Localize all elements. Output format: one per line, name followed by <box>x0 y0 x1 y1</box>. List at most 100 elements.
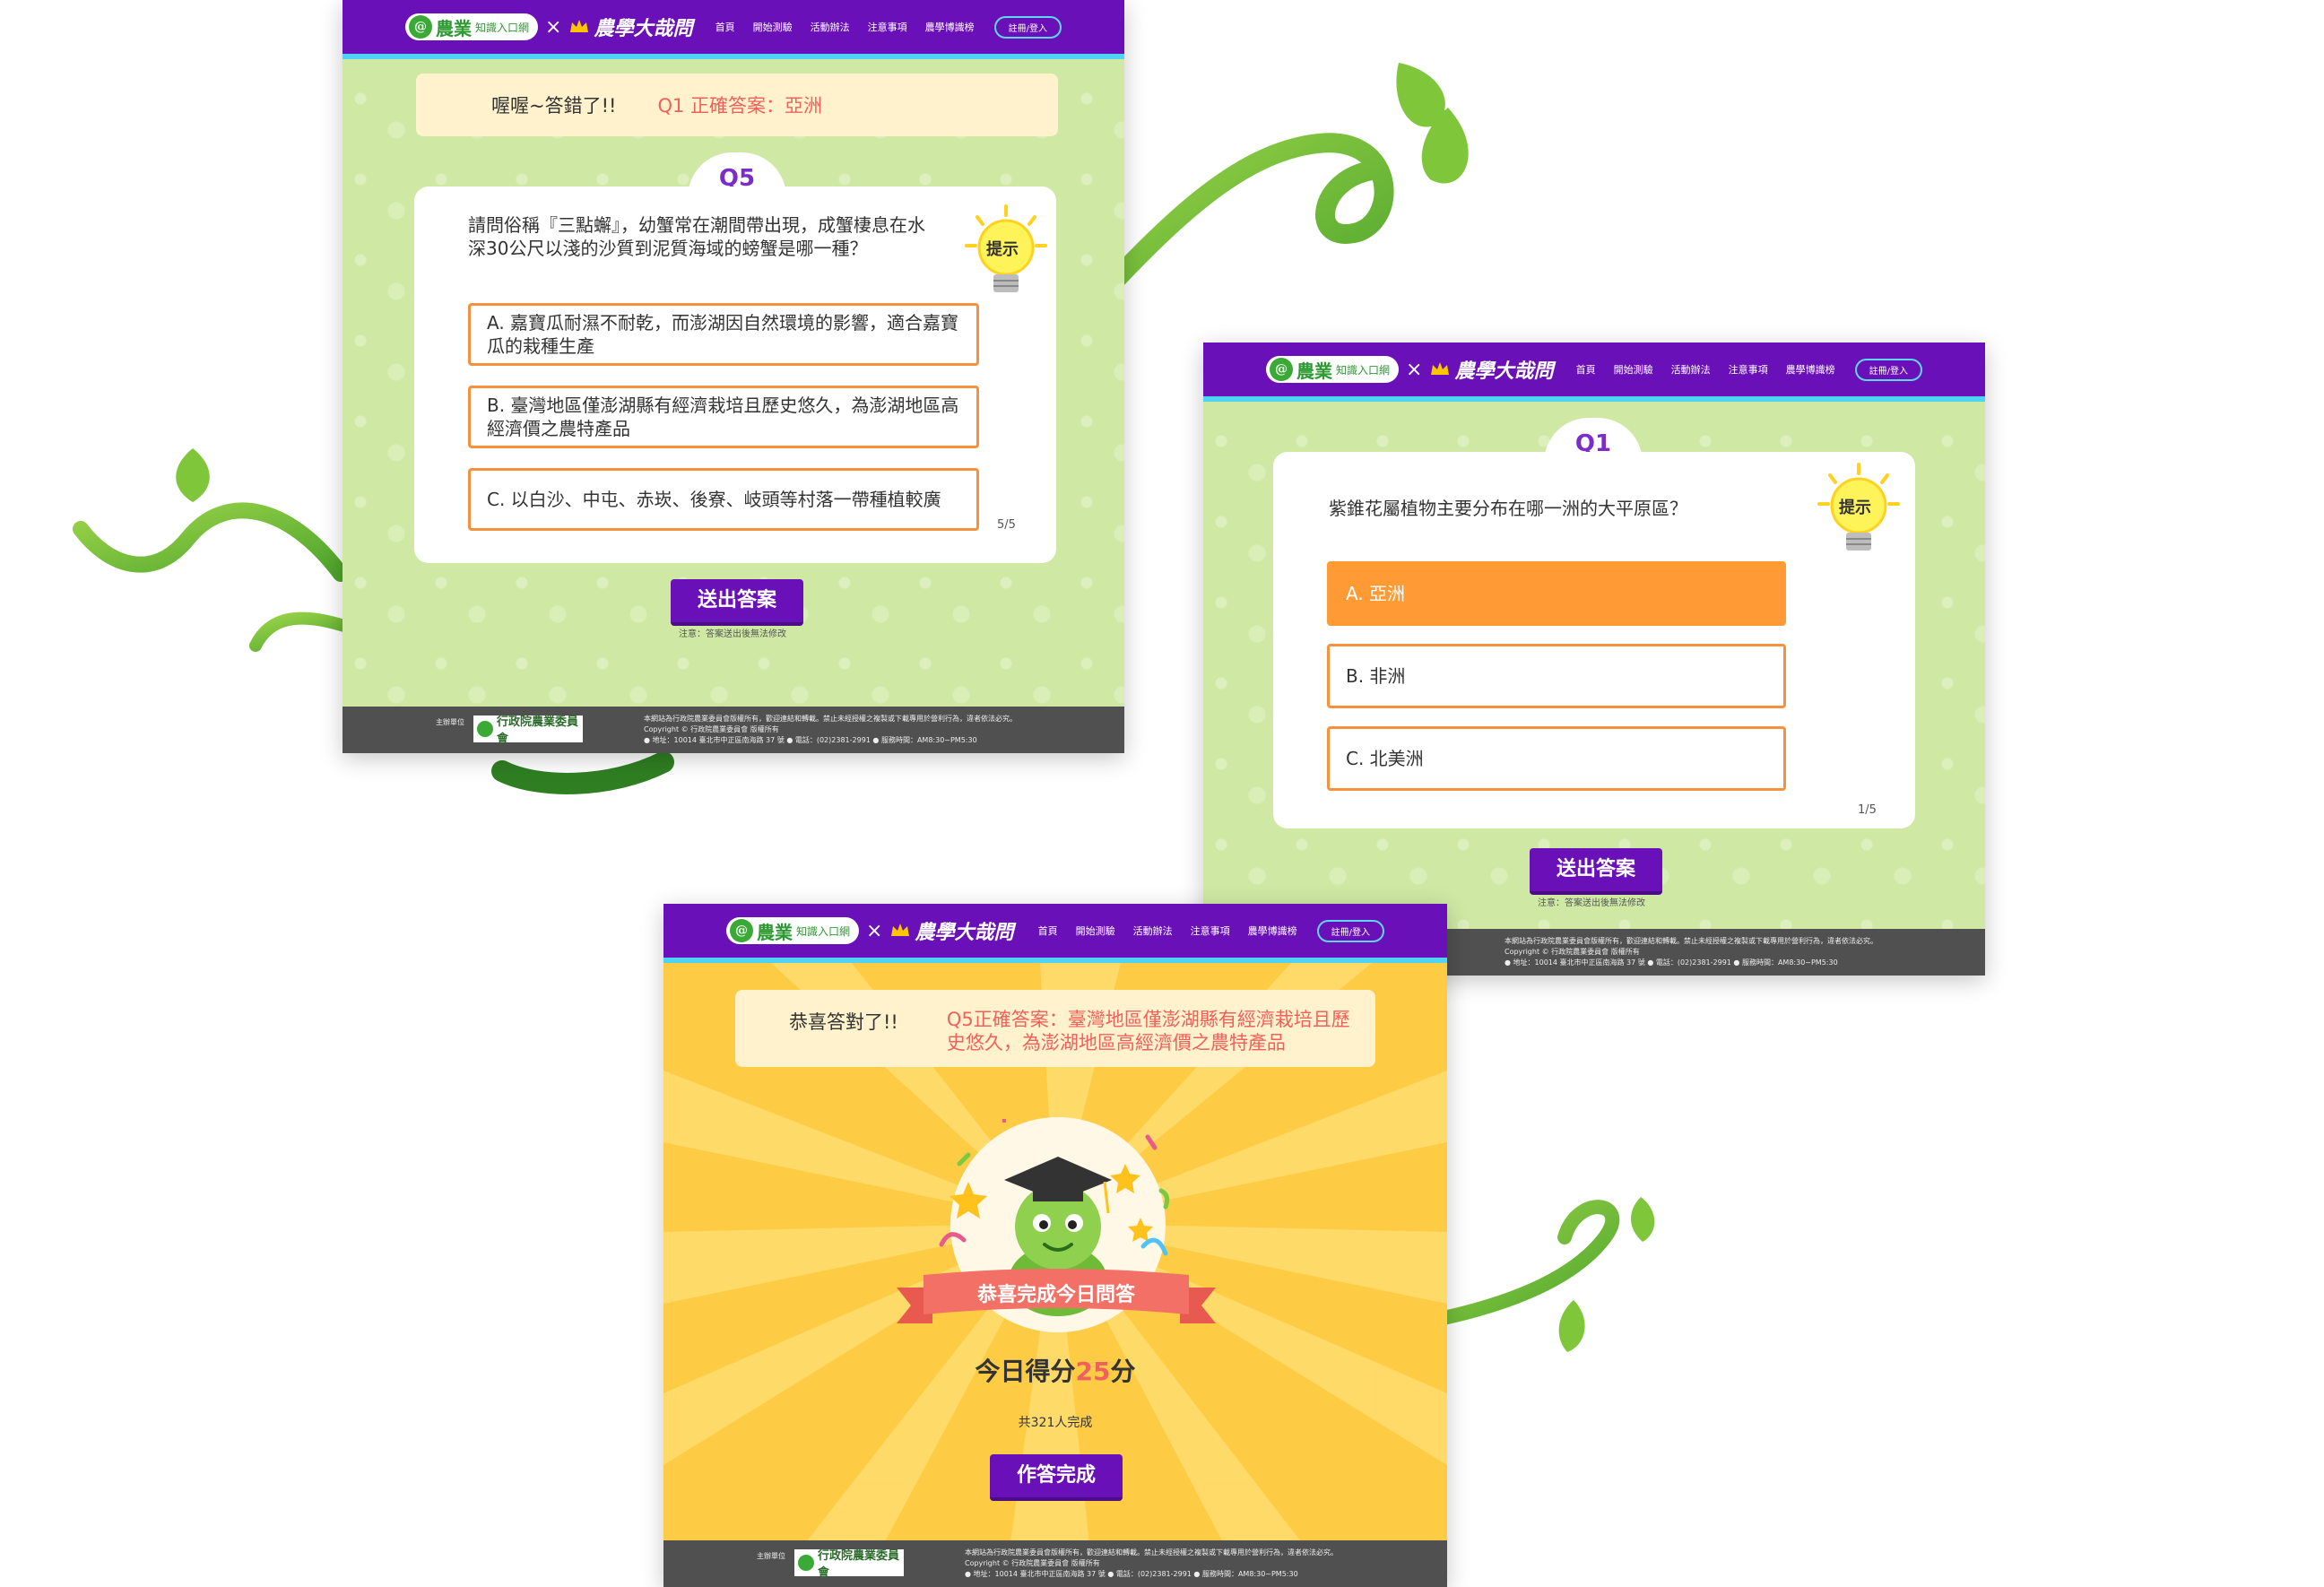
nav-start-quiz[interactable]: 開始測驗 <box>1614 362 1653 377</box>
ribbon-text: 恭喜完成今日問答 <box>976 1284 1135 1306</box>
question-card: 請問俗稱『三點蠏』，幼蟹常在潮間帶出現，成蟹棲息在水深30公尺以淺的沙質到泥質海… <box>414 186 1056 563</box>
footer-contact: ● 地址：10014 臺北市中正區南海路 37 號 ● 電話：(02)2381-… <box>965 1570 1298 1578</box>
correct-answer-text: Q5正確答案：臺灣地區僅澎湖縣有經濟栽培且歷史悠久，為澎湖地區高經濟價之農特產品 <box>946 1009 1350 1054</box>
leaf-icon: @ <box>730 919 753 942</box>
quiz-screen-q1: @ 農業 知識入口網 × 農學大哉問 首頁 開始測驗 活動辦法 注意事項 農學博… <box>1203 343 1985 976</box>
nav-rules[interactable]: 活動辦法 <box>1133 924 1173 938</box>
crown-icon <box>1431 362 1450 375</box>
site-header: @ 農業 知識入口網 × 農學大哉問 首頁 開始測驗 活動辦法 注意事項 農學博… <box>1203 343 1985 402</box>
nav-home[interactable]: 首頁 <box>715 20 735 34</box>
submit-answer-button[interactable]: 送出答案 <box>671 579 803 626</box>
nav-leaderboard[interactable]: 農學博識榜 <box>925 20 975 34</box>
completion-count: 共321人完成 <box>1018 1416 1093 1430</box>
agri-logo-text: 農業 <box>436 17 472 39</box>
crown-icon <box>891 924 910 936</box>
finish-button[interactable]: 作答完成 <box>990 1454 1123 1501</box>
score-prefix: 今日得分 <box>975 1357 1076 1386</box>
agri-portal-logo: @ 農業 知識入口網 <box>1266 356 1400 383</box>
footer-copyright: Copyright © 行政院農業委員會 版權所有 <box>965 1559 1100 1567</box>
footer-info: 本網站為行政院農業委員會版權所有，歡迎連結和轉載。禁止未經授權之複製或下載專用於… <box>644 714 1017 746</box>
site-header: @ 農業 知識入口網 × 農學大哉問 首頁 開始測驗 活動辦法 注意事項 農學博… <box>343 0 1124 59</box>
score-suffix: 分 <box>1110 1357 1136 1386</box>
submit-note: 注意：答案送出後無法修改 <box>1538 898 1645 908</box>
footer-info: 本網站為行政院農業委員會版權所有，歡迎連結和轉載。禁止未經授權之複製或下載專用於… <box>1505 936 1877 968</box>
agri-portal-logo: @ 農業 知識入口網 <box>405 13 539 40</box>
quiz-logo-text: 農學大哉問 <box>594 18 693 40</box>
nav-rules[interactable]: 活動辦法 <box>1671 362 1711 377</box>
answer-option-b[interactable]: B. 非洲 <box>1327 644 1786 708</box>
nav-notes[interactable]: 注意事項 <box>1729 362 1768 377</box>
hint-label[interactable]: 提示 <box>1839 495 1871 518</box>
crown-icon <box>570 20 589 32</box>
score-value: 25 <box>1075 1357 1111 1386</box>
logo-cross: × <box>866 919 883 942</box>
nav-notes[interactable]: 注意事項 <box>1191 924 1230 938</box>
login-button[interactable]: 註冊/登入 <box>993 15 1062 39</box>
question-progress: 1/5 <box>1858 803 1877 817</box>
question-card: 紫錐花屬植物主要分布在哪一洲的大平原區？ 提示 A. 亞洲 B. 非洲 C. 北… <box>1273 452 1915 828</box>
agri-logo-sub: 知識入口網 <box>475 21 530 34</box>
agri-logo-sub: 知識入口網 <box>796 924 851 938</box>
coa-logo-icon <box>477 721 493 737</box>
sponsor-badge: 行政院農業委員會 <box>473 715 583 746</box>
site-header: @ 農業 知識入口網 × 農學大哉問 首頁 開始測驗 活動辦法 注意事項 農學博… <box>663 904 1447 963</box>
today-score: 今日得分25分 <box>663 1352 1447 1388</box>
footer-copyright-notice: 本網站為行政院農業委員會版權所有，歡迎連結和轉載。禁止未經授權之複製或下載專用於… <box>965 1548 1338 1557</box>
answer-option-a[interactable]: A. 亞洲 <box>1327 561 1786 626</box>
nav-home[interactable]: 首頁 <box>1576 362 1596 377</box>
answer-option-b[interactable]: B. 臺灣地區僅澎湖縣有經濟栽培且歷史悠久，為澎湖地區高經濟價之農特產品 <box>468 386 979 448</box>
sponsor-name: 行政院農業委員會 <box>818 1549 900 1580</box>
logo-cross: × <box>545 15 562 39</box>
question-progress: 5/5 <box>997 518 1016 532</box>
correct-answer-text: Q1 正確答案：亞洲 <box>657 95 823 117</box>
nav-rules[interactable]: 活動辦法 <box>811 20 850 34</box>
submit-note: 注意：答案送出後無法修改 <box>679 629 786 639</box>
nav-notes[interactable]: 注意事項 <box>868 20 907 34</box>
question-text: 請問俗稱『三點蠏』，幼蟹常在潮間帶出現，成蟹棲息在水深30公尺以淺的沙質到泥質海… <box>468 214 925 259</box>
site-logo[interactable]: @ 農業 知識入口網 × 農學大哉問 <box>1266 355 1553 384</box>
login-button[interactable]: 註冊/登入 <box>1316 919 1384 942</box>
quiz-logo-text: 農學大哉問 <box>915 922 1014 944</box>
feedback-status: 喔喔~答錯了!! <box>491 95 617 117</box>
question-text: 紫錐花屬植物主要分布在哪一洲的大平原區？ <box>1329 498 1687 519</box>
agri-portal-logo: @ 農業 知識入口網 <box>726 917 860 944</box>
sponsor-name: 行政院農業委員會 <box>497 715 579 746</box>
submit-answer-button[interactable]: 送出答案 <box>1530 848 1662 895</box>
nav-start-quiz[interactable]: 開始測驗 <box>753 20 793 34</box>
answer-feedback-banner: 恭喜答對了!! Q5正確答案：臺灣地區僅澎湖縣有經濟栽培且歷史悠久，為澎湖地區高… <box>735 990 1375 1067</box>
footer-copyright-notice: 本網站為行政院農業委員會版權所有，歡迎連結和轉載。禁止未經授權之複製或下載專用於… <box>644 715 1017 723</box>
nav-leaderboard[interactable]: 農學博識榜 <box>1248 924 1297 938</box>
footer-copyright: Copyright © 行政院農業委員會 版權所有 <box>644 725 779 733</box>
leaf-icon: @ <box>1270 358 1293 381</box>
hint-label[interactable]: 提示 <box>986 237 1019 260</box>
main-nav: 首頁 開始測驗 活動辦法 注意事項 農學博識榜 註冊/登入 <box>698 15 1062 39</box>
answer-option-a[interactable]: A. 嘉寶瓜耐濕不耐乾，而澎湖因自然環境的影響，適合嘉寶瓜的栽種生產 <box>468 303 979 366</box>
agri-logo-text: 農業 <box>1296 360 1332 382</box>
nav-start-quiz[interactable]: 開始測驗 <box>1076 924 1115 938</box>
site-footer: 主辦單位 行政院農業委員會 本網站為行政院農業委員會版權所有，歡迎連結和轉載。禁… <box>343 707 1124 753</box>
quiz-logo-text: 農學大哉問 <box>1454 360 1554 383</box>
site-logo[interactable]: @ 農業 知識入口網 × 農學大哉問 <box>405 13 692 41</box>
main-nav: 首頁 開始測驗 活動辦法 注意事項 農學博識榜 註冊/登入 <box>1020 919 1384 942</box>
footer-info: 本網站為行政院農業委員會版權所有，歡迎連結和轉載。禁止未經授權之複製或下載專用於… <box>965 1548 1338 1580</box>
site-logo[interactable]: @ 農業 知識入口網 × 農學大哉問 <box>726 916 1013 945</box>
nav-home[interactable]: 首頁 <box>1038 924 1058 938</box>
answer-option-c[interactable]: C. 以白沙、中屯、赤崁、後寮、岐頭等村落一帶種植較廣 <box>468 468 979 531</box>
agri-logo-text: 農業 <box>757 921 793 943</box>
login-button[interactable]: 註冊/登入 <box>1854 358 1922 381</box>
footer-copyright: Copyright © 行政院農業委員會 版權所有 <box>1505 948 1640 956</box>
main-nav: 首頁 開始測驗 活動辦法 注意事項 農學博識榜 註冊/登入 <box>1558 358 1922 381</box>
answer-feedback-banner: 喔喔~答錯了!! Q1 正確答案：亞洲 <box>416 74 1058 136</box>
footer-contact: ● 地址：10014 臺北市中正區南海路 37 號 ● 電話：(02)2381-… <box>644 736 977 744</box>
nav-leaderboard[interactable]: 農學博識榜 <box>1786 362 1835 377</box>
footer-copyright-notice: 本網站為行政院農業委員會版權所有，歡迎連結和轉載。禁止未經授權之複製或下載專用於… <box>1505 937 1877 945</box>
site-footer: 主辦單位 行政院農業委員會 本網站為行政院農業委員會版權所有，歡迎連結和轉載。禁… <box>663 1540 1447 1587</box>
sponsor-label: 主辦單位 <box>757 1552 785 1560</box>
leaf-icon: @ <box>409 15 432 39</box>
sponsor-label: 主辦單位 <box>436 718 464 726</box>
quiz-screen-q5: @ 農業 知識入口網 × 農學大哉問 首頁 開始測驗 活動辦法 注意事項 農學博… <box>343 0 1124 753</box>
feedback-status: 恭喜答對了!! <box>789 1011 898 1033</box>
answer-option-c[interactable]: C. 北美洲 <box>1327 726 1786 791</box>
coa-logo-icon <box>798 1555 814 1571</box>
sponsor-badge: 行政院農業委員會 <box>794 1549 904 1580</box>
